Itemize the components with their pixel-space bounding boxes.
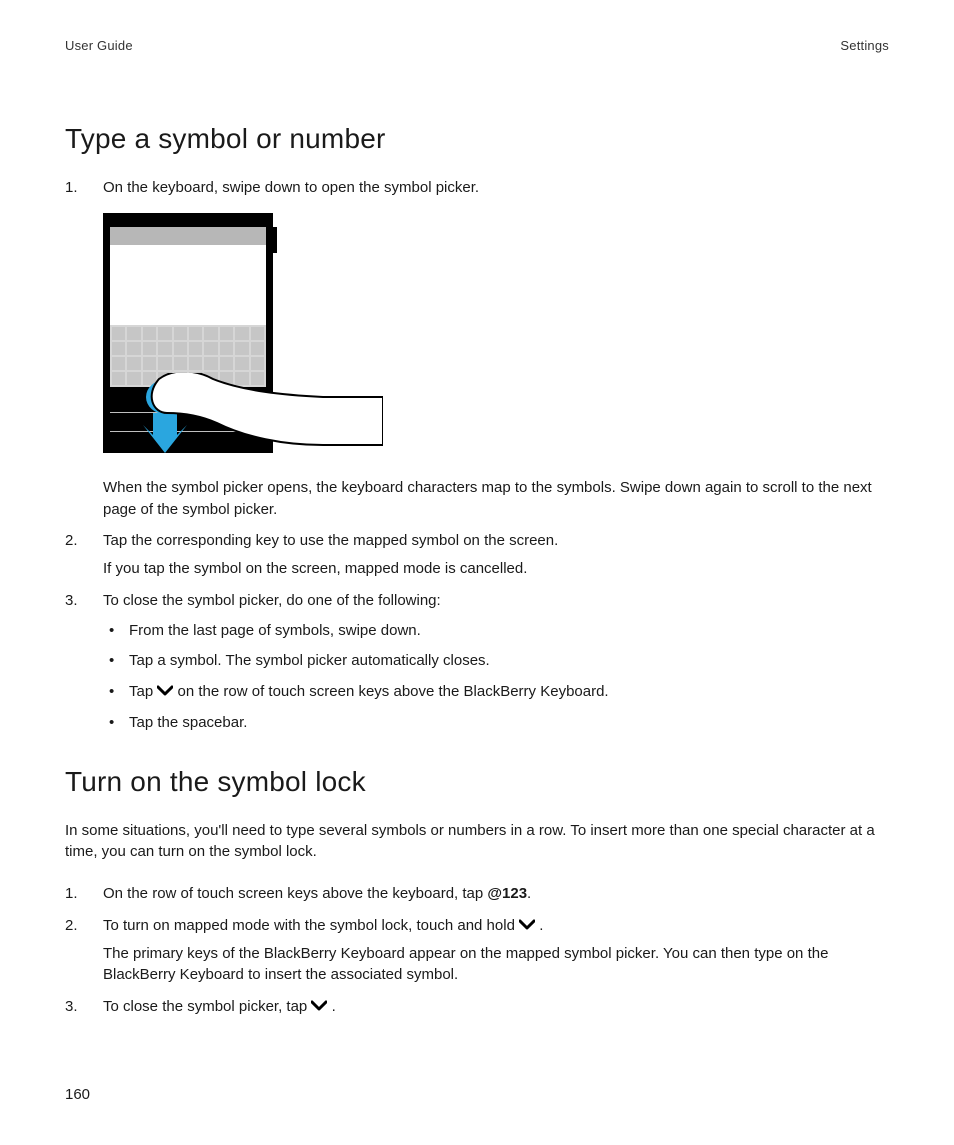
bullet-1: From the last page of symbols, swipe dow… (103, 620, 889, 642)
s2-step2-pre: To turn on mapped mode with the symbol l… (103, 917, 519, 934)
s2-step3-pre: To close the symbol picker, tap (103, 998, 311, 1015)
s2-step3-post: . (332, 998, 336, 1015)
bullet-3-post: on the row of touch screen keys above th… (178, 683, 609, 700)
bullet-3-pre: Tap (129, 683, 157, 700)
bullet-2: Tap a symbol. The symbol picker automati… (103, 650, 889, 672)
section1-steps: On the keyboard, swipe down to open the … (65, 177, 889, 734)
header-right: Settings (840, 38, 889, 53)
section2-step-3: To close the symbol picker, tap . (65, 996, 889, 1018)
bullet-4: Tap the spacebar. (103, 712, 889, 734)
step2-text-a: Tap the corresponding key to use the map… (103, 530, 889, 552)
page-number: 160 (65, 1086, 90, 1103)
step2-text-b: If you tap the symbol on the screen, map… (103, 558, 889, 580)
section1-title: Type a symbol or number (65, 123, 889, 155)
page-header: User Guide Settings (65, 38, 889, 53)
chevron-down-icon (157, 685, 173, 697)
s2-step2-line2: The primary keys of the BlackBerry Keybo… (103, 943, 889, 987)
s2-step1-post: . (527, 885, 531, 902)
phone-illustration (103, 213, 889, 461)
bullet-3: Tap on the row of touch screen keys abov… (103, 681, 889, 703)
chevron-down-icon (519, 919, 535, 931)
step1-text: On the keyboard, swipe down to open the … (103, 177, 889, 199)
s2-step2-line1: To turn on mapped mode with the symbol l… (103, 915, 889, 937)
section1-step-2: Tap the corresponding key to use the map… (65, 530, 889, 580)
section2-steps: On the row of touch screen keys above th… (65, 883, 889, 1018)
section2-step-1: On the row of touch screen keys above th… (65, 883, 889, 905)
s2-step2-post: . (539, 917, 543, 934)
s2-step1-pre: On the row of touch screen keys above th… (103, 885, 487, 902)
step3-text: To close the symbol picker, do one of th… (103, 590, 889, 612)
section1-step-1: On the keyboard, swipe down to open the … (65, 177, 889, 520)
section2-intro: In some situations, you'll need to type … (65, 820, 889, 864)
chevron-down-icon (311, 1000, 327, 1012)
section2-step-2: To turn on mapped mode with the symbol l… (65, 915, 889, 986)
section1-step-3: To close the symbol picker, do one of th… (65, 590, 889, 734)
section1-bullets: From the last page of symbols, swipe dow… (103, 620, 889, 734)
header-left: User Guide (65, 38, 133, 53)
s2-step1-bold: @123 (487, 885, 527, 902)
section2-title: Turn on the symbol lock (65, 766, 889, 798)
step1-after-text: When the symbol picker opens, the keyboa… (103, 477, 889, 521)
